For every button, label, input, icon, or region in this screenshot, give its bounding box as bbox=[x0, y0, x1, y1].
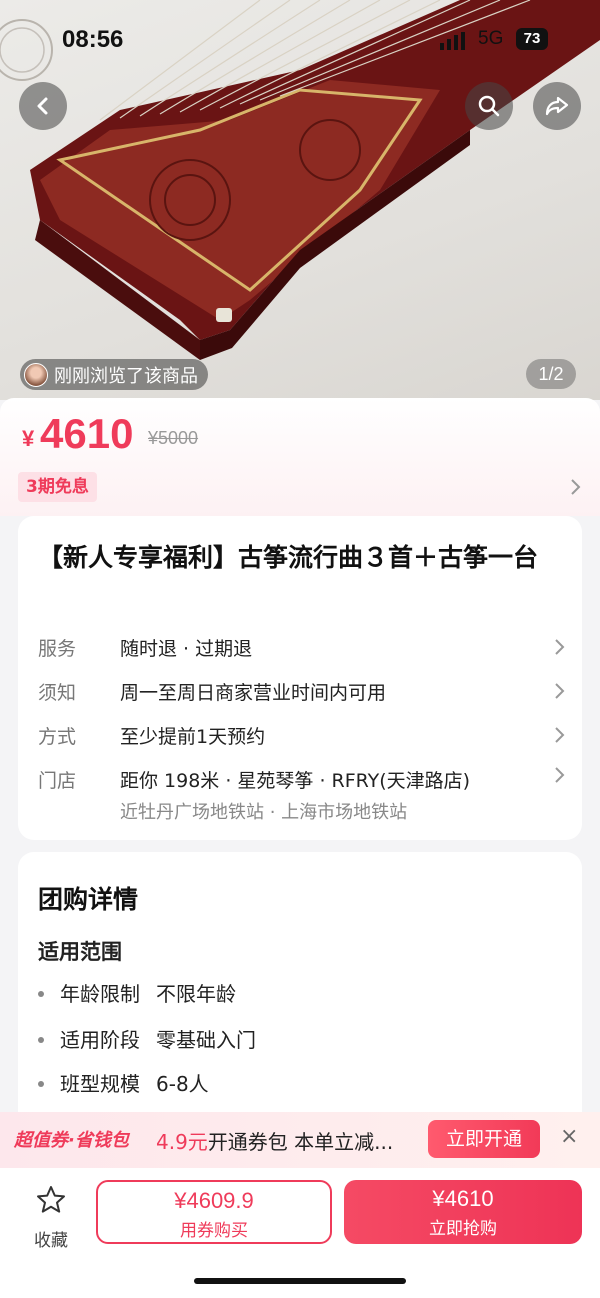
promo-amount: 4.9元 bbox=[156, 1130, 208, 1154]
bullet-dot bbox=[38, 990, 44, 997]
info-row-label: 服务 bbox=[38, 638, 77, 660]
status-time: 08:56 bbox=[62, 26, 124, 53]
coupon-promo-bar: 超值券·省钱包 4.9元开通券包 本单立减... 立即开通 × bbox=[0, 1112, 600, 1168]
current-price: 4610 bbox=[40, 410, 134, 457]
info-row-label: 门店 bbox=[38, 770, 77, 792]
chevron-right-icon[interactable] bbox=[554, 726, 566, 744]
detail-value: 不限年龄 bbox=[156, 982, 236, 1006]
promo-text: 4.9元开通券包 本单立减... bbox=[156, 1126, 393, 1155]
list-item: 年龄限制 不限年龄 bbox=[38, 978, 236, 1007]
info-row-value: 至少提前1天预约 bbox=[120, 726, 266, 748]
chevron-right-icon[interactable] bbox=[554, 682, 566, 700]
coupon-price: ¥4609.9 bbox=[174, 1188, 254, 1213]
home-indicator[interactable] bbox=[194, 1278, 406, 1284]
bottom-action-bar: 收藏 ¥4609.9 用券购买 ¥4610 立即抢购 bbox=[0, 1168, 600, 1298]
list-item: 班型规模 6-8人 bbox=[38, 1068, 209, 1097]
search-icon bbox=[478, 95, 500, 117]
chevron-right-icon[interactable] bbox=[554, 766, 566, 784]
back-icon bbox=[37, 97, 48, 115]
currency-symbol: ¥ bbox=[22, 426, 35, 451]
image-pager: 1/2 bbox=[526, 359, 576, 389]
recently-viewed-badge: 刚刚浏览了该商品 bbox=[20, 359, 208, 390]
detail-value: 6-8人 bbox=[156, 1072, 209, 1096]
info-row-value: 距你 198米 · 星苑琴筝 · RFRY(天津路店) bbox=[120, 770, 471, 792]
battery-indicator: 73 bbox=[516, 28, 548, 50]
chevron-right-icon[interactable] bbox=[570, 478, 582, 496]
buy-now-button[interactable]: ¥4610 立即抢购 bbox=[344, 1180, 582, 1244]
avatar bbox=[24, 362, 48, 387]
status-bar: 08:56 5G 73 bbox=[0, 22, 600, 62]
network-type: 5G bbox=[478, 28, 504, 49]
bullet-dot bbox=[38, 1080, 44, 1087]
share-icon bbox=[545, 96, 569, 116]
original-price: ¥5000 bbox=[148, 428, 199, 448]
bullet-dot bbox=[38, 1036, 44, 1043]
close-icon[interactable]: × bbox=[560, 1124, 578, 1149]
info-row-label: 须知 bbox=[38, 682, 77, 704]
detail-key: 年龄限制 bbox=[60, 982, 140, 1006]
buy-label: 立即抢购 bbox=[429, 1219, 497, 1239]
open-coupon-button[interactable]: 立即开通 bbox=[428, 1120, 540, 1158]
info-row-value: 随时退 · 过期退 bbox=[120, 638, 253, 660]
back-button[interactable] bbox=[19, 82, 67, 130]
buy-price: ¥4610 bbox=[432, 1186, 494, 1211]
detail-value: 零基础入门 bbox=[156, 1028, 256, 1052]
group-buy-details-card: 团购详情 适用范围 年龄限制 不限年龄 适用阶段 零基础入门 班型规模 6-8人 bbox=[18, 852, 582, 1152]
coupon-label: 用券购买 bbox=[180, 1221, 248, 1241]
star-icon bbox=[37, 1186, 65, 1213]
info-row-label: 方式 bbox=[38, 726, 77, 748]
product-title: 【新人专享福利】古筝流行曲３首＋古筝一台 bbox=[38, 543, 539, 572]
recently-viewed-text: 刚刚浏览了该商品 bbox=[54, 365, 198, 387]
buy-with-coupon-button[interactable]: ¥4609.9 用券购买 bbox=[96, 1180, 332, 1244]
info-row-value: 周一至周日商家营业时间内可用 bbox=[120, 682, 387, 704]
favorite-button[interactable]: 收藏 bbox=[28, 1184, 74, 1251]
share-button[interactable] bbox=[533, 82, 581, 130]
installment-badge[interactable]: 3期免息 bbox=[18, 472, 97, 502]
signal-icon bbox=[440, 32, 465, 50]
chevron-right-icon[interactable] bbox=[554, 638, 566, 656]
promo-description: 开通券包 本单立减... bbox=[207, 1130, 394, 1154]
detail-key: 适用阶段 bbox=[60, 1028, 140, 1052]
store-nearby-stations: 近牡丹广场地铁站 · 上海市场地铁站 bbox=[120, 802, 408, 823]
details-heading: 团购详情 bbox=[38, 885, 139, 914]
list-item: 适用阶段 零基础入门 bbox=[38, 1024, 256, 1053]
details-section-title: 适用范围 bbox=[38, 940, 122, 964]
detail-key: 班型规模 bbox=[60, 1072, 140, 1096]
favorite-label: 收藏 bbox=[34, 1231, 68, 1251]
product-image-carousel[interactable]: 08:56 5G 73 刚刚浏览了该商品 1/2 bbox=[0, 0, 600, 400]
product-info-card: 【新人专享福利】古筝流行曲３首＋古筝一台 服务 随时退 · 过期退 须知 周一至… bbox=[18, 516, 582, 840]
price-section: ¥ 4610 ¥5000 3期免息 bbox=[0, 398, 600, 516]
search-button[interactable] bbox=[465, 82, 513, 130]
promo-brand: 超值券·省钱包 bbox=[14, 1130, 129, 1151]
